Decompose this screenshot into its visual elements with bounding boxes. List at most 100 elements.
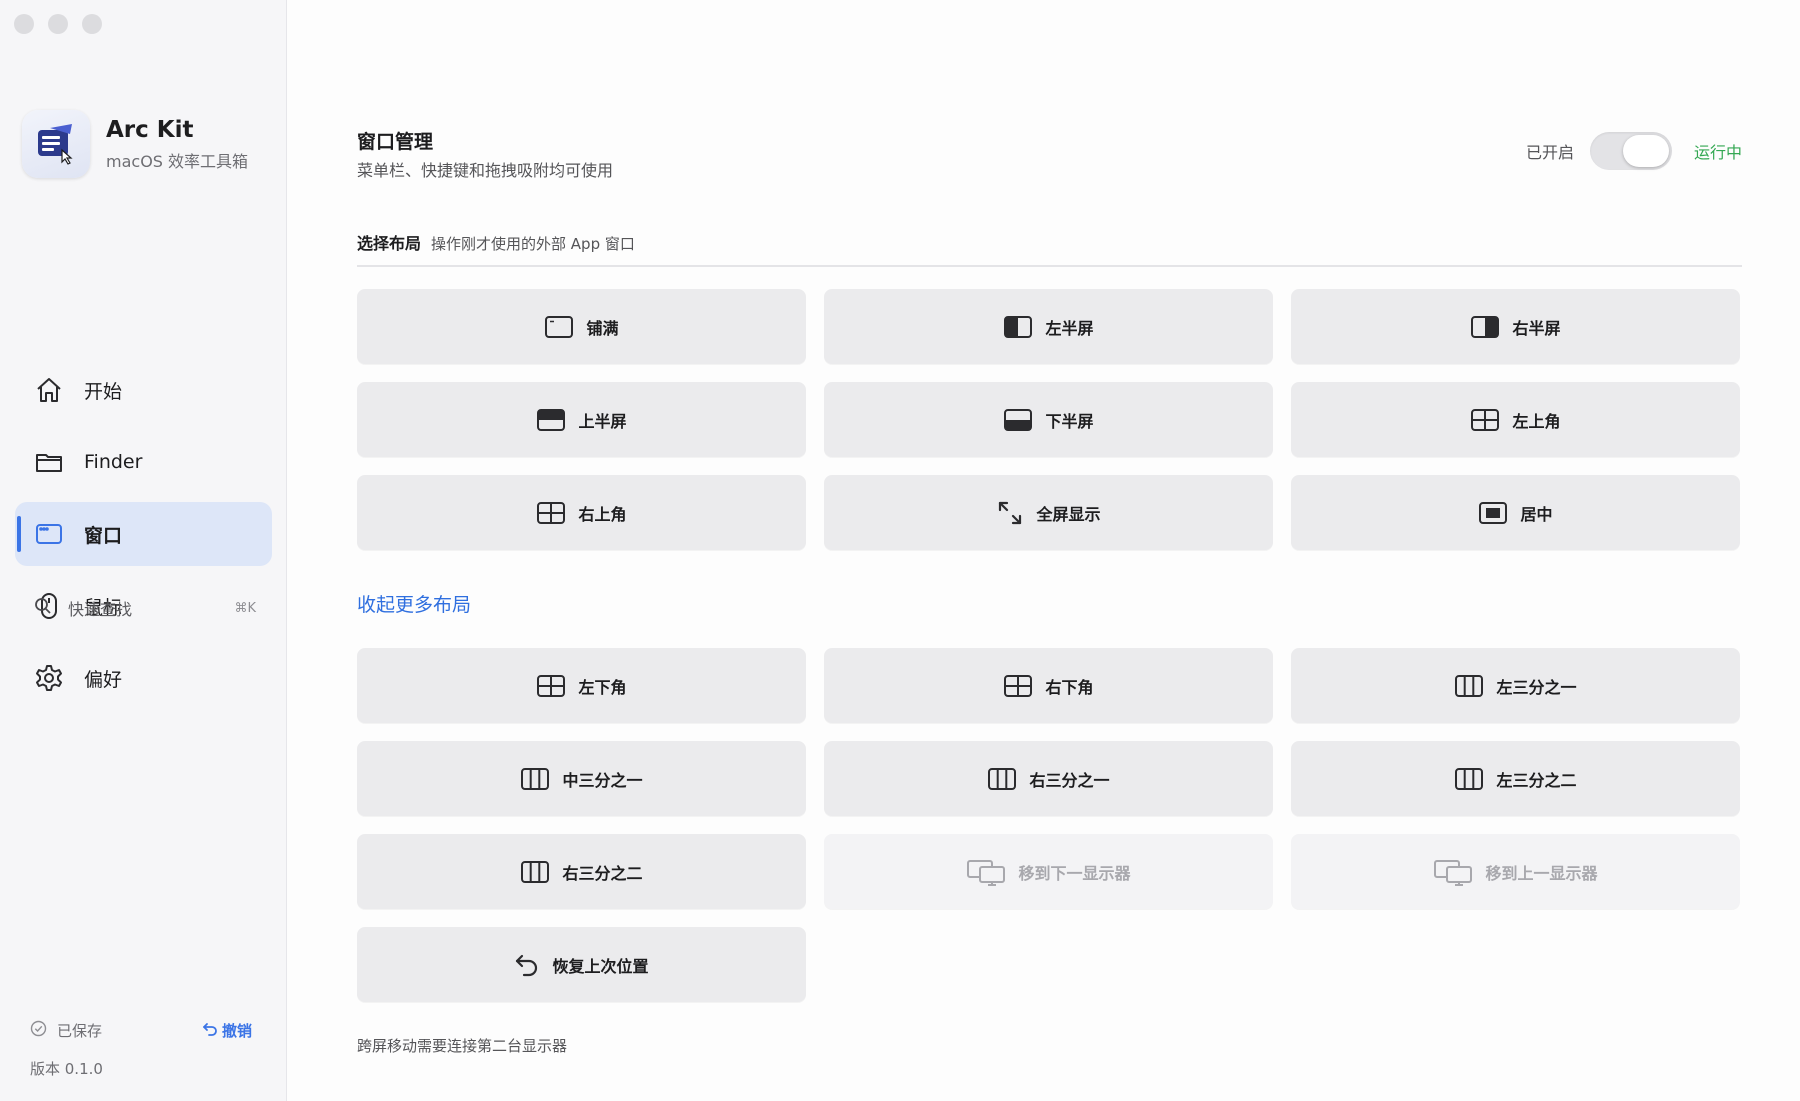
thirds-icon — [987, 767, 1017, 791]
sidebar-item-label: 偏好 — [84, 668, 123, 691]
layout-button-left-third[interactable]: 左三分之一 — [1291, 648, 1740, 723]
gear-icon — [34, 663, 64, 693]
app-logo — [22, 110, 90, 178]
layout-label: 上半屏 — [578, 411, 627, 431]
layout-button-bottom-right[interactable]: 右下角 — [824, 648, 1273, 723]
layout-button-right-half[interactable]: 右半屏 — [1291, 289, 1740, 364]
sidebar-nav: 开始 Finder 窗口 鼠标 偏好 — [15, 358, 272, 718]
layout-label: 左三分之二 — [1496, 770, 1577, 790]
section-title: 选择布局 — [357, 234, 422, 253]
save-status-row: 已保存 撤销 — [30, 1020, 252, 1041]
section-hint: 操作刚才使用的外部 App 窗口 — [431, 235, 635, 253]
layout-button-fill[interactable]: 铺满 — [357, 289, 806, 364]
quadrant-icon — [536, 674, 566, 698]
toggle-knob — [1622, 135, 1669, 167]
layout-button-top-left[interactable]: 左上角 — [1291, 382, 1740, 457]
toggle-label: 已开启 — [1525, 143, 1574, 162]
footnote: 跨屏移动需要连接第二台显示器 — [357, 1037, 568, 1055]
layout-label: 移到下一显示器 — [1018, 863, 1131, 883]
layout-label: 左下角 — [578, 677, 627, 697]
minimize-window-button[interactable] — [48, 14, 68, 34]
restore-arrow-icon — [514, 952, 540, 978]
center-window-icon — [1478, 501, 1508, 525]
layout-grid: 铺满 左半屏 右半屏 上半屏 下半屏 左上角 右上角 全屏显示 居中 — [357, 289, 1742, 550]
sidebar: Arc Kit macOS 效率工具箱 开始 Finder 窗口 鼠标 偏好 快… — [0, 0, 287, 1101]
layout-button-top-right[interactable]: 右上角 — [357, 475, 806, 550]
app-window: Arc Kit macOS 效率工具箱 开始 Finder 窗口 鼠标 偏好 快… — [0, 0, 1800, 1101]
layout-button-fullscreen[interactable]: 全屏显示 — [824, 475, 1273, 550]
layout-button-previous-display[interactable]: 移到上一显示器 — [1291, 834, 1740, 909]
layout-label: 左三分之一 — [1496, 677, 1577, 697]
displays-icon — [1433, 858, 1473, 886]
check-circle-icon — [30, 1020, 47, 1041]
version-label: 版本 0.1.0 — [30, 1060, 103, 1078]
section-header: 选择布局 操作刚才使用的外部 App 窗口 — [357, 230, 635, 254]
displays-icon — [966, 858, 1006, 886]
left-half-icon — [1003, 315, 1033, 339]
layout-label: 下半屏 — [1045, 411, 1094, 431]
layout-label: 移到上一显示器 — [1485, 863, 1598, 883]
quadrant-icon — [1003, 674, 1033, 698]
layout-button-next-display[interactable]: 移到下一显示器 — [824, 834, 1273, 909]
sidebar-item-window[interactable]: 窗口 — [15, 502, 272, 566]
layout-label: 全屏显示 — [1036, 504, 1101, 524]
layout-button-left-half[interactable]: 左半屏 — [824, 289, 1273, 364]
layout-label: 恢复上次位置 — [552, 956, 649, 976]
saved-status: 已保存 — [57, 1022, 103, 1040]
layout-label: 中三分之一 — [562, 770, 643, 790]
sidebar-item-label: Finder — [84, 451, 143, 473]
layout-button-left-two-thirds[interactable]: 左三分之二 — [1291, 741, 1740, 816]
close-window-button[interactable] — [14, 14, 34, 34]
quick-search-shortcut: ⌘K — [234, 600, 256, 616]
layout-button-bottom-left[interactable]: 左下角 — [357, 648, 806, 723]
layout-button-bottom-half[interactable]: 下半屏 — [824, 382, 1273, 457]
layout-label: 右三分之二 — [562, 863, 643, 883]
quadrant-icon — [536, 501, 566, 525]
quadrant-icon — [1470, 408, 1500, 432]
zoom-window-button[interactable] — [82, 14, 102, 34]
layout-button-restore[interactable]: 恢复上次位置 — [357, 927, 806, 1002]
layout-button-center[interactable]: 居中 — [1291, 475, 1740, 550]
layout-button-right-third[interactable]: 右三分之一 — [824, 741, 1273, 816]
folder-icon — [34, 447, 64, 477]
layout-label: 左半屏 — [1045, 318, 1094, 338]
thirds-icon — [1454, 674, 1484, 698]
more-layout-grid: 左下角 右下角 左三分之一 中三分之一 右三分之一 左三分之二 右三分之二 移到… — [357, 648, 1742, 1002]
layout-label: 铺满 — [586, 318, 619, 338]
section-divider — [357, 265, 1742, 267]
sidebar-item-start[interactable]: 开始 — [15, 358, 272, 422]
layout-label: 右三分之一 — [1029, 770, 1110, 790]
quick-search[interactable]: 快速查找 ⌘K — [34, 596, 256, 620]
window-controls — [14, 14, 102, 34]
top-half-icon — [536, 408, 566, 432]
layout-button-right-two-thirds[interactable]: 右三分之二 — [357, 834, 806, 909]
right-half-icon — [1470, 315, 1500, 339]
undo-button[interactable]: 撤销 — [202, 1020, 252, 1041]
running-status: 运行中 — [1693, 143, 1742, 162]
collapse-more-layouts-link[interactable]: 收起更多布局 — [357, 590, 471, 617]
app-header: Arc Kit macOS 效率工具箱 — [22, 110, 248, 178]
sidebar-item-preferences[interactable]: 偏好 — [15, 646, 272, 710]
layout-button-center-third[interactable]: 中三分之一 — [357, 741, 806, 816]
layout-button-top-half[interactable]: 上半屏 — [357, 382, 806, 457]
undo-label: 撤销 — [221, 1022, 252, 1040]
window-management-toggle[interactable] — [1589, 132, 1672, 170]
main-content: 窗口管理 菜单栏、快捷键和拖拽吸附均可使用 已开启 运行中 选择布局 操作刚才使… — [357, 0, 1742, 1101]
sidebar-item-finder[interactable]: Finder — [15, 430, 272, 494]
window-icon — [34, 519, 64, 549]
service-status: 已开启 运行中 — [1526, 132, 1742, 170]
app-subtitle: macOS 效率工具箱 — [106, 151, 249, 171]
layout-label: 居中 — [1520, 504, 1553, 524]
page-title: 窗口管理 — [357, 131, 434, 153]
fill-window-icon — [544, 315, 574, 339]
fullscreen-arrows-icon — [996, 499, 1024, 527]
layout-label: 右半屏 — [1512, 318, 1561, 338]
page-subtitle: 菜单栏、快捷键和拖拽吸附均可使用 — [357, 161, 614, 180]
bottom-half-icon — [1003, 408, 1033, 432]
search-icon — [34, 597, 52, 619]
home-icon — [34, 375, 64, 405]
layout-label: 右上角 — [578, 504, 627, 524]
thirds-icon — [520, 860, 550, 884]
layout-label: 左上角 — [1512, 411, 1561, 431]
quick-search-label: 快速查找 — [68, 600, 133, 619]
